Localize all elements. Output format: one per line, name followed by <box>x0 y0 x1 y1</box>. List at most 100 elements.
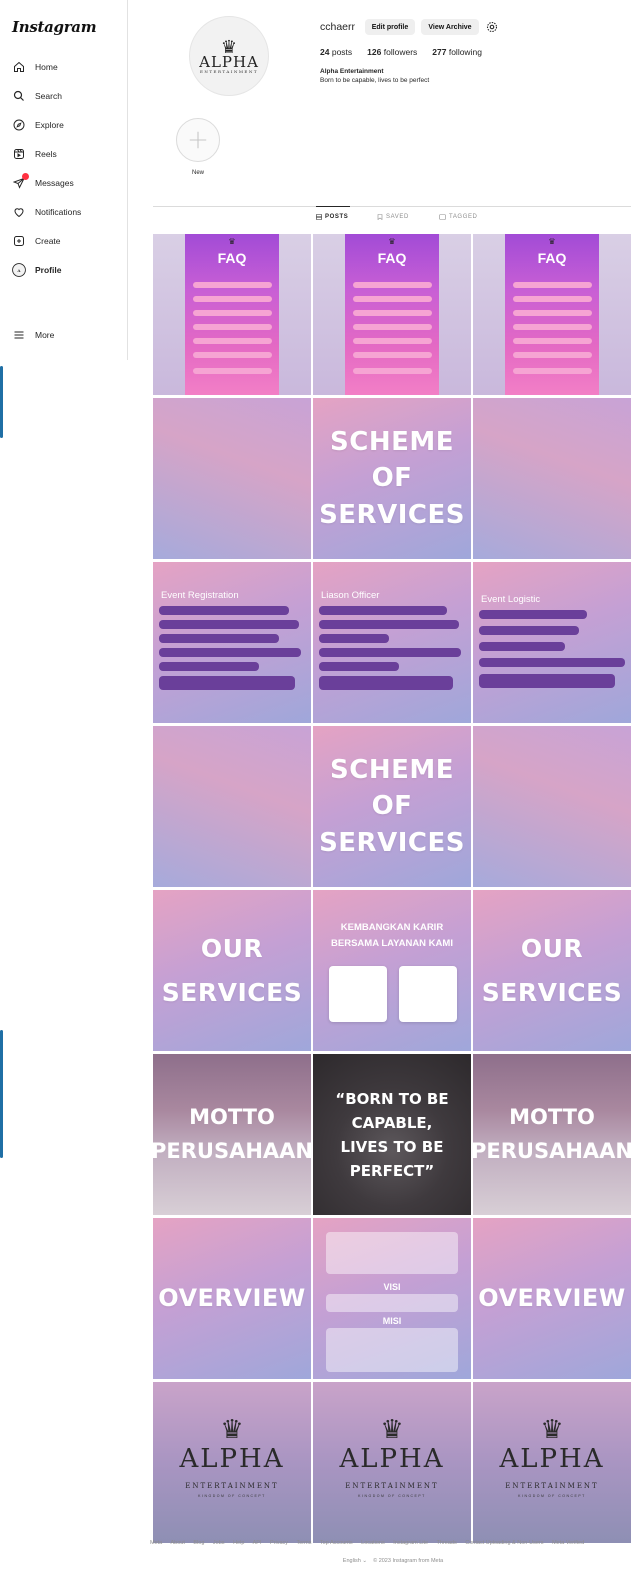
hamburger-menu-icon <box>12 328 26 342</box>
instagram-logo[interactable]: Instagram <box>12 18 115 36</box>
faq-row <box>512 296 592 302</box>
sidebar-item-notifications[interactable]: Notifications <box>12 197 115 226</box>
post-alpha-logo[interactable]: ♛ ALPHA ENTERTAINMENT KINGDOM OF CONCEPT <box>313 1382 473 1543</box>
profile-username: cchaerr <box>320 21 356 33</box>
following-stat[interactable]: 277 following <box>432 47 482 57</box>
post-gradient-blank[interactable] <box>473 398 631 559</box>
alpha-tagline: KINGDOM OF CONCEPT <box>518 1494 586 1498</box>
footer-link[interactable]: Privacy <box>270 1540 288 1546</box>
post-alpha-logo[interactable]: ♛ ALPHA ENTERTAINMENT KINGDOM OF CONCEPT <box>153 1382 313 1543</box>
compass-icon <box>12 118 26 132</box>
home-icon <box>12 60 26 74</box>
view-archive-button[interactable]: View Archive <box>421 19 479 35</box>
edit-profile-button[interactable]: Edit profile <box>365 19 415 35</box>
post-event-logistic[interactable]: Event Logistic <box>473 562 631 723</box>
footer-link[interactable]: Meta Verified <box>552 1540 584 1546</box>
faq-row <box>192 368 272 374</box>
footer-link[interactable]: Help <box>233 1540 244 1546</box>
info-pill <box>319 662 399 671</box>
post-liason-officer[interactable]: Liason Officer <box>313 562 473 723</box>
info-pill <box>319 620 459 629</box>
crown-icon: ♛ <box>228 237 236 246</box>
post-gradient-blank[interactable] <box>153 726 313 887</box>
active-tab-underline <box>316 206 350 207</box>
info-pill <box>159 620 299 629</box>
post-overview[interactable]: OVERVIEW <box>153 1218 313 1379</box>
info-pill <box>159 606 289 615</box>
post-faq[interactable]: ♛ FAQ <box>153 234 313 395</box>
faq-row <box>352 310 432 316</box>
footer-link[interactable]: Blog <box>193 1540 204 1546</box>
tab-tagged[interactable]: TAGGED <box>439 214 478 220</box>
post-motto-perusahaan[interactable]: MOTTO PERUSAHAAN <box>153 1054 313 1215</box>
scheme-line: SCHEME <box>330 426 454 457</box>
overview-text: OVERVIEW <box>478 1283 626 1312</box>
post-caption-art: OUR SERVICES <box>162 927 302 1015</box>
settings-gear-icon[interactable] <box>486 20 498 33</box>
post-caption-art: MOTTO PERUSAHAAN <box>153 1101 313 1168</box>
footer-link[interactable]: Contact Uploading & Non-Users <box>465 1540 543 1546</box>
tabs-divider <box>153 206 631 207</box>
motto-line: PERUSAHAAN <box>153 1138 313 1163</box>
faq-row <box>352 324 432 330</box>
post-caption-art: SCHEME OF SERVICES <box>319 752 465 861</box>
heart-icon <box>12 205 26 219</box>
profile-tabs: POSTS SAVED TAGGED <box>153 214 631 228</box>
messenger-icon <box>12 172 29 190</box>
footer-link[interactable]: Terms <box>297 1540 312 1546</box>
post-faq[interactable]: ♛ FAQ <box>473 234 631 395</box>
footer-link[interactable]: Threads <box>437 1540 457 1546</box>
footer-link[interactable]: Locations <box>361 1540 385 1546</box>
post-motto-quote[interactable]: “BORN TO BE CAPABLE, LIVES TO BE PERFECT… <box>313 1054 473 1215</box>
sidebar-nav: Home Search Explore Reels Messages Notif… <box>12 52 115 284</box>
sidebar-item-profile[interactable]: A Profile <box>12 255 115 284</box>
services-line: OUR <box>520 933 584 963</box>
post-our-services[interactable]: OUR SERVICES <box>153 890 313 1051</box>
post-scheme-of-services[interactable]: SCHEME OF SERVICES <box>313 398 473 559</box>
post-faq[interactable]: ♛ FAQ <box>313 234 473 395</box>
post-motto-perusahaan[interactable]: MOTTO PERUSAHAAN <box>473 1054 631 1215</box>
sidebar-item-label: Search <box>35 90 62 101</box>
scheme-line: SCHEME <box>330 754 454 785</box>
chevron-down-icon: ⌄ <box>362 1558 367 1564</box>
post-gradient-blank[interactable] <box>153 398 313 559</box>
footer-link[interactable]: Top Accounts <box>320 1540 353 1546</box>
karir-heading: KEMBANGKAN KARIR BERSAMA LAYANAN KAMI <box>313 920 471 952</box>
post-scheme-of-services[interactable]: SCHEME OF SERVICES <box>313 726 473 887</box>
faq-row <box>192 282 272 288</box>
footer-link[interactable]: API <box>253 1540 262 1546</box>
tab-posts[interactable]: POSTS <box>316 214 348 220</box>
sidebar-item-reels[interactable]: Reels <box>12 139 115 168</box>
post-overview[interactable]: OVERVIEW <box>473 1218 631 1379</box>
post-event-registration[interactable]: Event Registration <box>153 562 313 723</box>
language-selector[interactable]: English ⌄ <box>343 1558 367 1564</box>
followers-stat[interactable]: 126 followers <box>367 47 417 57</box>
new-highlight-button[interactable] <box>176 118 220 162</box>
post-alpha-logo[interactable]: ♛ ALPHA ENTERTAINMENT KINGDOM OF CONCEPT <box>473 1382 631 1543</box>
bio-text: Born to be capable, lives to be perfect <box>320 77 430 84</box>
post-kembangkan-karir[interactable]: KEMBANGKAN KARIR BERSAMA LAYANAN KAMI <box>313 890 473 1051</box>
sidebar-item-messages[interactable]: Messages <box>12 168 115 197</box>
sidebar-item-more[interactable]: More <box>12 320 54 349</box>
sidebar-item-label: Messages <box>35 177 74 188</box>
footer-link[interactable]: Meta <box>150 1540 162 1546</box>
sidebar-item-create[interactable]: Create <box>12 226 115 255</box>
event-logistic-title: Event Logistic <box>481 594 541 605</box>
avatar-logo-subtitle: ENTERTAINMENT <box>199 68 259 74</box>
footer-link[interactable]: Jobs <box>213 1540 225 1546</box>
footer-link[interactable]: Instagram Lite <box>393 1540 428 1546</box>
sidebar-item-explore[interactable]: Explore <box>12 110 115 139</box>
post-visi-misi[interactable]: VISI MISI <box>313 1218 473 1379</box>
post-our-services[interactable]: OUR SERVICES <box>473 890 631 1051</box>
tab-saved[interactable]: SAVED <box>377 214 409 220</box>
profile-avatar[interactable]: ♛ ALPHA ENTERTAINMENT <box>189 16 269 96</box>
sidebar-item-home[interactable]: Home <box>12 52 115 81</box>
footer-link[interactable]: About <box>170 1540 184 1546</box>
sidebar-item-search[interactable]: Search <box>12 81 115 110</box>
grid-icon <box>316 214 322 220</box>
alpha-tagline: KINGDOM OF CONCEPT <box>198 1494 266 1498</box>
post-gradient-blank[interactable] <box>473 726 631 887</box>
misi-text-block <box>325 1328 459 1372</box>
info-pill <box>479 626 579 635</box>
visi-heading: VISI <box>383 1282 401 1292</box>
